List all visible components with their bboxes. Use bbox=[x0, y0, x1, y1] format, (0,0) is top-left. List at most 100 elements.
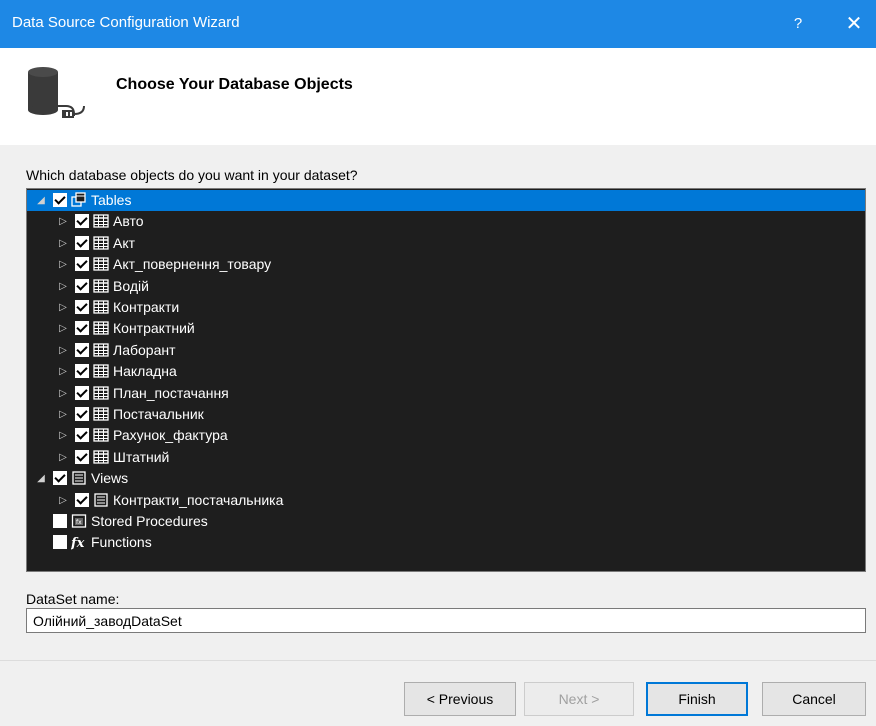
tree-row[interactable]: ▷ Постачальник bbox=[27, 404, 865, 425]
table-icon bbox=[93, 213, 109, 229]
table-icon bbox=[93, 406, 109, 422]
tree-row-label: Контрактний bbox=[113, 320, 195, 337]
expand-arrow-icon[interactable]: ▷ bbox=[57, 447, 69, 468]
tree-row[interactable]: ◢ Views bbox=[27, 468, 865, 489]
wizard-header: Choose Your Database Objects bbox=[0, 48, 876, 145]
next-button[interactable]: Next > bbox=[524, 682, 634, 716]
tree-row-label: План_постачання bbox=[113, 384, 229, 401]
tree-row[interactable]: ▷ Контракти_постачальника bbox=[27, 490, 865, 511]
help-button[interactable]: ? bbox=[780, 6, 816, 42]
tree-row-label: Водій bbox=[113, 277, 149, 294]
tree-checkbox[interactable] bbox=[75, 257, 89, 272]
tree-checkbox[interactable] bbox=[75, 407, 89, 421]
expand-arrow-icon[interactable]: ▷ bbox=[57, 425, 69, 446]
table-icon bbox=[93, 449, 109, 465]
expand-arrow-icon[interactable]: ▷ bbox=[57, 233, 69, 254]
tree-checkbox[interactable] bbox=[75, 428, 89, 443]
tree-row-label: Акт_повернення_товару bbox=[113, 256, 272, 273]
tree-checkbox[interactable] bbox=[75, 342, 89, 357]
objects-question-label: Which database objects do you want in yo… bbox=[26, 167, 358, 183]
tree-row[interactable]: ▷ Рахунок_фактура bbox=[27, 425, 865, 446]
tree-row[interactable]: fx Functions bbox=[27, 532, 865, 553]
tree-checkbox[interactable] bbox=[53, 471, 67, 486]
table-icon bbox=[93, 235, 109, 251]
table-icon bbox=[93, 363, 109, 379]
tree-row[interactable]: ▷ Акт bbox=[27, 233, 865, 254]
finish-button[interactable]: Finish bbox=[646, 682, 748, 716]
tree-checkbox[interactable] bbox=[75, 300, 89, 314]
database-objects-tree[interactable]: ◢ Tables ▷ Авто ▷ Акт ▷ Акт_повернення_товару ▷ В… bbox=[26, 188, 866, 572]
tree-row[interactable]: fx Stored Procedures bbox=[27, 511, 865, 532]
window-title: Data Source Configuration Wizard bbox=[12, 14, 240, 31]
tree-row[interactable]: ▷ Водій bbox=[27, 276, 865, 297]
tree-row[interactable]: ▷ Накладна bbox=[27, 361, 865, 382]
tree-row[interactable]: ▷ Акт_повернення_товару bbox=[27, 254, 865, 275]
tree-row-label: Контракти_постачальника bbox=[113, 491, 284, 508]
dataset-name-label: DataSet name: bbox=[26, 591, 120, 607]
page-heading: Choose Your Database Objects bbox=[116, 76, 353, 93]
tree-row-label: Views bbox=[91, 470, 129, 487]
tree-row[interactable]: ▷ Лаборант bbox=[27, 340, 865, 361]
table-icon bbox=[93, 299, 109, 315]
cancel-button[interactable]: Cancel bbox=[762, 682, 866, 716]
tree-row-label: Постачальник bbox=[113, 406, 204, 422]
stored-procedure-icon: fx bbox=[71, 513, 87, 529]
expand-arrow-icon[interactable]: ▷ bbox=[57, 254, 69, 275]
tree-checkbox[interactable] bbox=[75, 214, 89, 229]
tree-checkbox[interactable] bbox=[75, 364, 89, 379]
tree-row-label: Functions bbox=[91, 534, 152, 551]
table-icon bbox=[93, 320, 109, 336]
view-icon bbox=[71, 470, 87, 486]
previous-button[interactable]: < Previous bbox=[404, 682, 516, 716]
expand-arrow-icon[interactable]: ▷ bbox=[57, 211, 69, 232]
tree-checkbox[interactable] bbox=[75, 449, 89, 464]
svg-text:fx: fx bbox=[71, 536, 85, 550]
tree-row[interactable]: ▷ План_постачання bbox=[27, 383, 865, 404]
svg-text:fx: fx bbox=[76, 519, 82, 526]
tree-checkbox[interactable] bbox=[53, 193, 67, 207]
tree-checkbox[interactable] bbox=[75, 235, 89, 250]
collapse-arrow-icon[interactable]: ◢ bbox=[35, 190, 47, 211]
tree-checkbox[interactable] bbox=[75, 492, 89, 507]
database-connection-icon bbox=[28, 67, 85, 118]
collapse-arrow-icon[interactable]: ◢ bbox=[35, 468, 47, 489]
table-icon bbox=[93, 385, 109, 401]
tree-row[interactable]: ▷ Штатний bbox=[27, 447, 865, 468]
tree-checkbox[interactable] bbox=[53, 514, 67, 528]
expand-arrow-icon[interactable]: ▷ bbox=[57, 490, 69, 511]
tree-row[interactable]: ▷ Авто bbox=[27, 211, 865, 232]
tree-row-label: Акт bbox=[113, 234, 136, 251]
tree-row-label: Контракти bbox=[113, 299, 180, 315]
view-icon bbox=[93, 492, 109, 508]
expand-arrow-icon[interactable]: ▷ bbox=[57, 297, 69, 318]
tree-row-label: Штатний bbox=[113, 448, 170, 465]
tree-row-label: Накладна bbox=[113, 363, 177, 380]
footer-divider bbox=[0, 660, 876, 661]
tree-row-label: Рахунок_фактура bbox=[113, 427, 228, 444]
tree-row-label: Tables bbox=[91, 192, 132, 208]
table-icon bbox=[93, 256, 109, 272]
function-icon: fx bbox=[70, 534, 87, 551]
tree-row-label: Stored Procedures bbox=[91, 513, 208, 529]
table-icon bbox=[93, 342, 109, 358]
expand-arrow-icon[interactable]: ▷ bbox=[57, 276, 69, 297]
expand-arrow-icon[interactable]: ▷ bbox=[57, 404, 69, 425]
tree-checkbox[interactable] bbox=[53, 535, 67, 550]
tree-row[interactable]: ▷ Контракти bbox=[27, 297, 865, 318]
tree-row[interactable]: ◢ Tables bbox=[27, 190, 865, 211]
dataset-name-input[interactable] bbox=[26, 608, 866, 633]
close-button[interactable]: ✕ bbox=[836, 6, 872, 42]
table-icon bbox=[93, 427, 109, 443]
tree-row-label: Лаборант bbox=[113, 341, 176, 358]
title-bar: Data Source Configuration Wizard ? ✕ bbox=[0, 0, 876, 48]
tree-checkbox[interactable] bbox=[75, 321, 89, 336]
expand-arrow-icon[interactable]: ▷ bbox=[57, 340, 69, 361]
expand-arrow-icon[interactable]: ▷ bbox=[57, 383, 69, 404]
tree-row-label: Авто bbox=[113, 213, 144, 230]
tree-row[interactable]: ▷ Контрактний bbox=[27, 318, 865, 339]
expand-arrow-icon[interactable]: ▷ bbox=[57, 361, 69, 382]
tree-checkbox[interactable] bbox=[75, 278, 89, 293]
expand-arrow-icon[interactable]: ▷ bbox=[57, 318, 69, 339]
tables-icon bbox=[71, 192, 87, 208]
tree-checkbox[interactable] bbox=[75, 385, 89, 400]
